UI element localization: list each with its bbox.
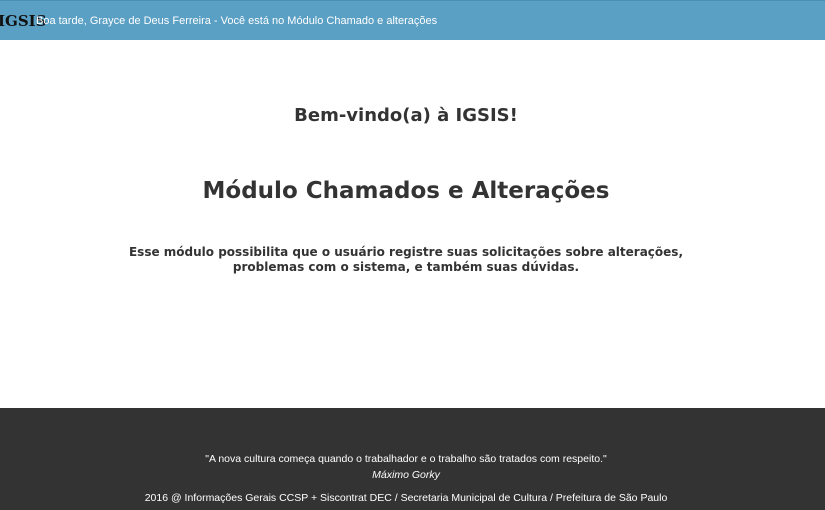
page-footer: "A nova cultura começa quando o trabalha… — [0, 408, 825, 510]
welcome-heading: Bem-vindo(a) à IGSIS! — [294, 105, 518, 126]
description-line-1: Esse módulo possibilita que o usuário re… — [128, 245, 683, 259]
footer-quote: "A nova cultura começa quando o trabalha… — [205, 453, 607, 465]
footer-copyright: 2016 @ Informações Gerais CCSP + Siscont… — [144, 492, 668, 504]
description-line-2: problemas com o sistema, e também suas d… — [232, 260, 580, 274]
main-content: Bem-vindo(a) à IGSIS! Módulo Chamados e … — [0, 40, 825, 408]
quote-author: Máximo Gorky — [372, 469, 440, 481]
top-navbar: IGSIS Boa tarde, Grayce de Deus Ferreira… — [0, 0, 825, 40]
user-greeting: Boa tarde, Grayce de Deus Ferreira - Voc… — [36, 15, 438, 27]
module-title: Módulo Chamados e Alterações — [202, 178, 610, 204]
module-description: Esse módulo possibilita que o usuário re… — [100, 245, 712, 275]
